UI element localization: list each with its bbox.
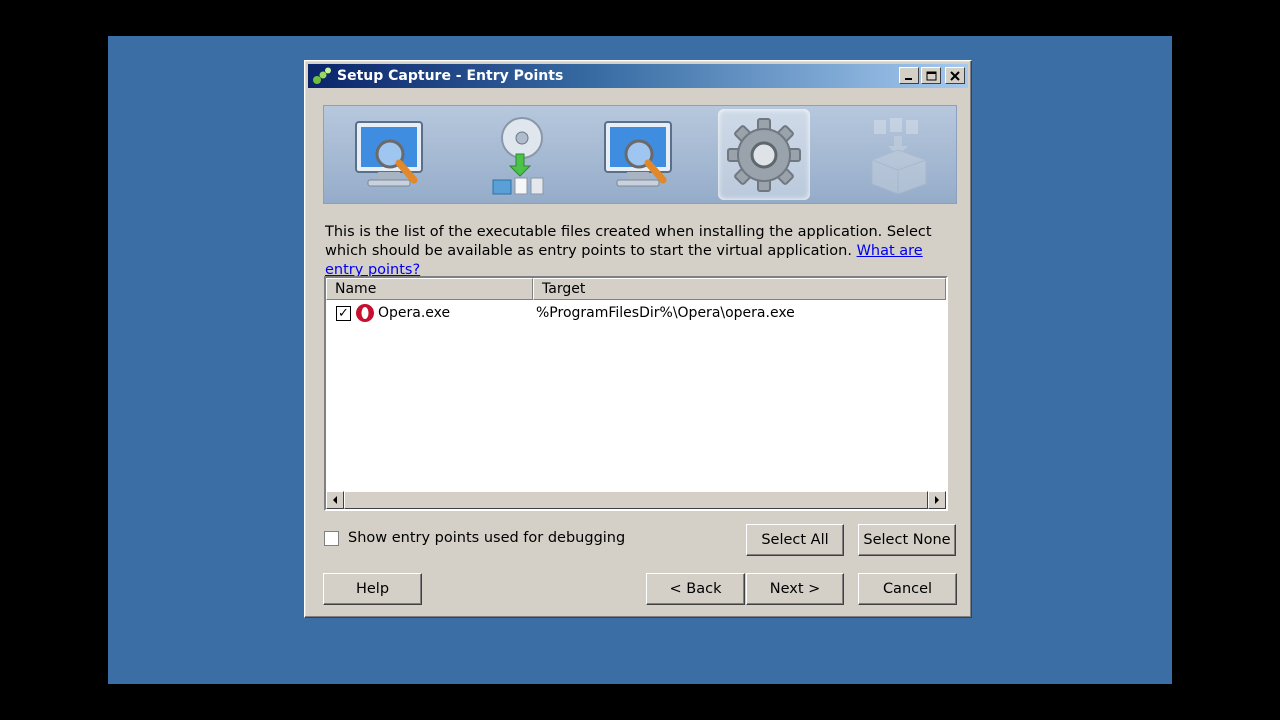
cancel-button[interactable]: Cancel (858, 573, 957, 605)
select-none-button[interactable]: Select None (858, 524, 956, 556)
close-icon (950, 70, 960, 81)
debug-option[interactable]: Show entry points used for debugging (324, 530, 625, 546)
wizard-steps-banner (323, 105, 957, 204)
description-text: This is the list of the executable files… (325, 223, 955, 280)
maximize-button[interactable] (921, 67, 941, 84)
entry-points-list[interactable]: Name Target ✓ Opera.exe %ProgramFilesDir… (324, 276, 948, 511)
title-bar[interactable]: Setup Capture - Entry Points (308, 64, 968, 88)
maximize-icon (926, 71, 936, 80)
step-monitor-scan (344, 106, 436, 203)
close-button[interactable] (945, 67, 965, 84)
column-header-name[interactable]: Name (326, 278, 533, 300)
step-package-disabled (854, 106, 946, 203)
step-monitor-scan-post (593, 106, 685, 203)
window-title: Setup Capture - Entry Points (337, 68, 564, 84)
app-icon (312, 67, 332, 85)
gear-icon (727, 117, 801, 192)
column-header-target[interactable]: Target (533, 278, 946, 300)
description-body: This is the list of the executable files… (325, 224, 932, 259)
minimize-button[interactable] (899, 67, 919, 84)
entry-target: %ProgramFilesDir%\Opera\opera.exe (536, 305, 795, 321)
list-item[interactable]: ✓ Opera.exe %ProgramFilesDir%\Opera\oper… (326, 302, 946, 324)
back-button[interactable]: < Back (646, 573, 745, 605)
arrow-left-icon (333, 496, 337, 504)
debug-checkbox[interactable] (324, 530, 339, 546)
step-gear-active (718, 109, 810, 200)
arrow-right-icon (935, 496, 939, 504)
package-icon (871, 117, 927, 195)
scroll-right-button[interactable] (928, 491, 946, 509)
setup-capture-dialog: Setup Capture - Entry Points This is the… (304, 60, 972, 618)
opera-icon (356, 304, 374, 322)
minimize-icon (905, 77, 912, 80)
entry-name: Opera.exe (378, 305, 451, 321)
entry-checkbox[interactable]: ✓ (336, 305, 351, 321)
debug-checkbox-label: Show entry points used for debugging (348, 530, 626, 546)
scroll-thumb[interactable] (344, 491, 928, 509)
horizontal-scrollbar[interactable] (326, 491, 946, 509)
help-button[interactable]: Help (323, 573, 422, 605)
monitor-scan-icon (355, 120, 423, 186)
list-header: Name Target (326, 278, 946, 300)
select-all-button[interactable]: Select All (746, 524, 844, 556)
scroll-left-button[interactable] (326, 491, 344, 509)
disc-install-icon (492, 116, 544, 194)
next-button[interactable]: Next > (746, 573, 844, 605)
monitor-scan-icon (604, 120, 672, 186)
step-disc-install (470, 106, 562, 203)
